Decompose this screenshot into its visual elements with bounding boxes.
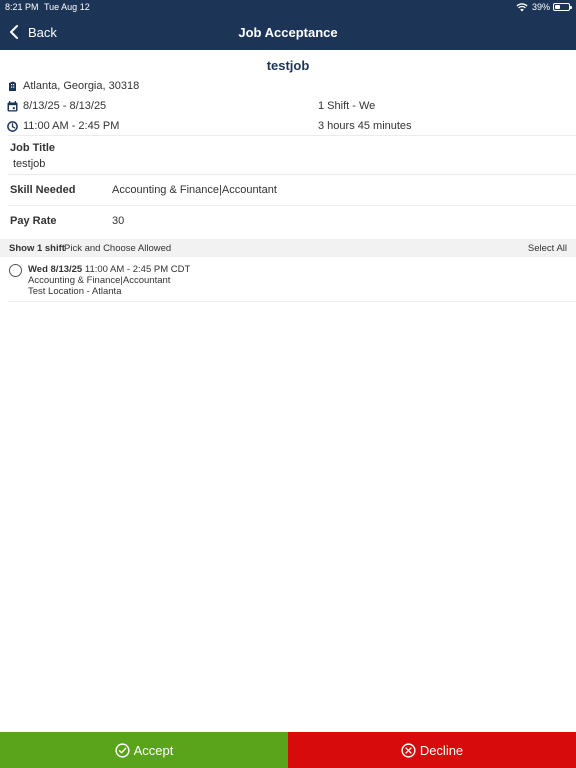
shift-list-item[interactable]: Wed 8/13/25 11:00 AM - 2:45 PM CDT Accou… [0,262,576,302]
building-icon [9,81,16,91]
battery-icon [553,3,572,11]
divider [8,205,576,206]
battery-fill [555,5,560,9]
accept-button[interactable]: Accept [0,732,288,768]
divider [8,135,576,136]
page-title: Job Acceptance [238,25,338,40]
wifi-icon [516,3,528,12]
status-bar: 8:21 PM Tue Aug 12 39% [0,0,576,14]
shift-day-date: Wed 8/13/25 [28,264,83,275]
nav-bar: Back Job Acceptance [0,14,576,50]
job-title-value: testjob [13,158,46,170]
decline-button[interactable]: Decline [288,732,576,768]
decline-label: Decline [419,742,464,758]
divider [8,174,576,175]
radio-icon[interactable] [9,264,22,277]
calendar-icon [7,101,18,112]
shift-summary-text: 1 Shift - We [318,100,376,112]
status-time: 8:21 PM [5,2,39,12]
status-date: Tue Aug 12 [44,2,90,12]
x-circle-icon [401,742,416,758]
battery-percent: 39% [531,2,550,12]
divider [8,301,576,302]
check-circle-icon [115,742,130,758]
time-row: 11:00 AM - 2:45 PM 3 hours 45 minutes [0,118,576,136]
date-range-text: 8/13/25 - 8/13/25 [23,100,107,112]
pay-rate-value: 30 [112,215,125,227]
shift-skill: Accounting & Finance|Accountant [28,275,171,286]
show-shifts-label: Show 1 shift [9,243,65,254]
time-range-text: 11:00 AM - 2:45 PM [23,120,120,132]
accept-label: Accept [133,742,174,758]
location-text: Atlanta, Georgia, 30318 [23,80,140,92]
shift-datetime: Wed 8/13/25 11:00 AM - 2:45 PM CDT [28,264,190,275]
shift-location: Test Location - Atlanta [28,286,122,297]
duration-text: 3 hours 45 minutes [318,120,412,132]
shift-time: 11:00 AM - 2:45 PM CDT [84,264,191,275]
pay-rate-label: Pay Rate [10,215,57,227]
date-row: 8/13/25 - 8/13/25 1 Shift - We [0,98,576,116]
location-row: Atlanta, Georgia, 30318 [0,78,576,96]
skill-needed-value: Accounting & Finance|Accountant [112,184,277,196]
action-bar: Accept Decline [0,732,576,768]
job-name-heading: testjob [266,58,310,73]
pick-and-choose-label: Pick and Choose Allowed [64,243,172,254]
job-title-label: Job Title [10,142,56,154]
shift-list-header: Show 1 shift Pick and Choose Allowed Sel… [0,239,576,257]
clock-icon [7,121,18,132]
select-all-button[interactable]: Select All [528,243,567,254]
skill-needed-label: Skill Needed [10,184,76,196]
